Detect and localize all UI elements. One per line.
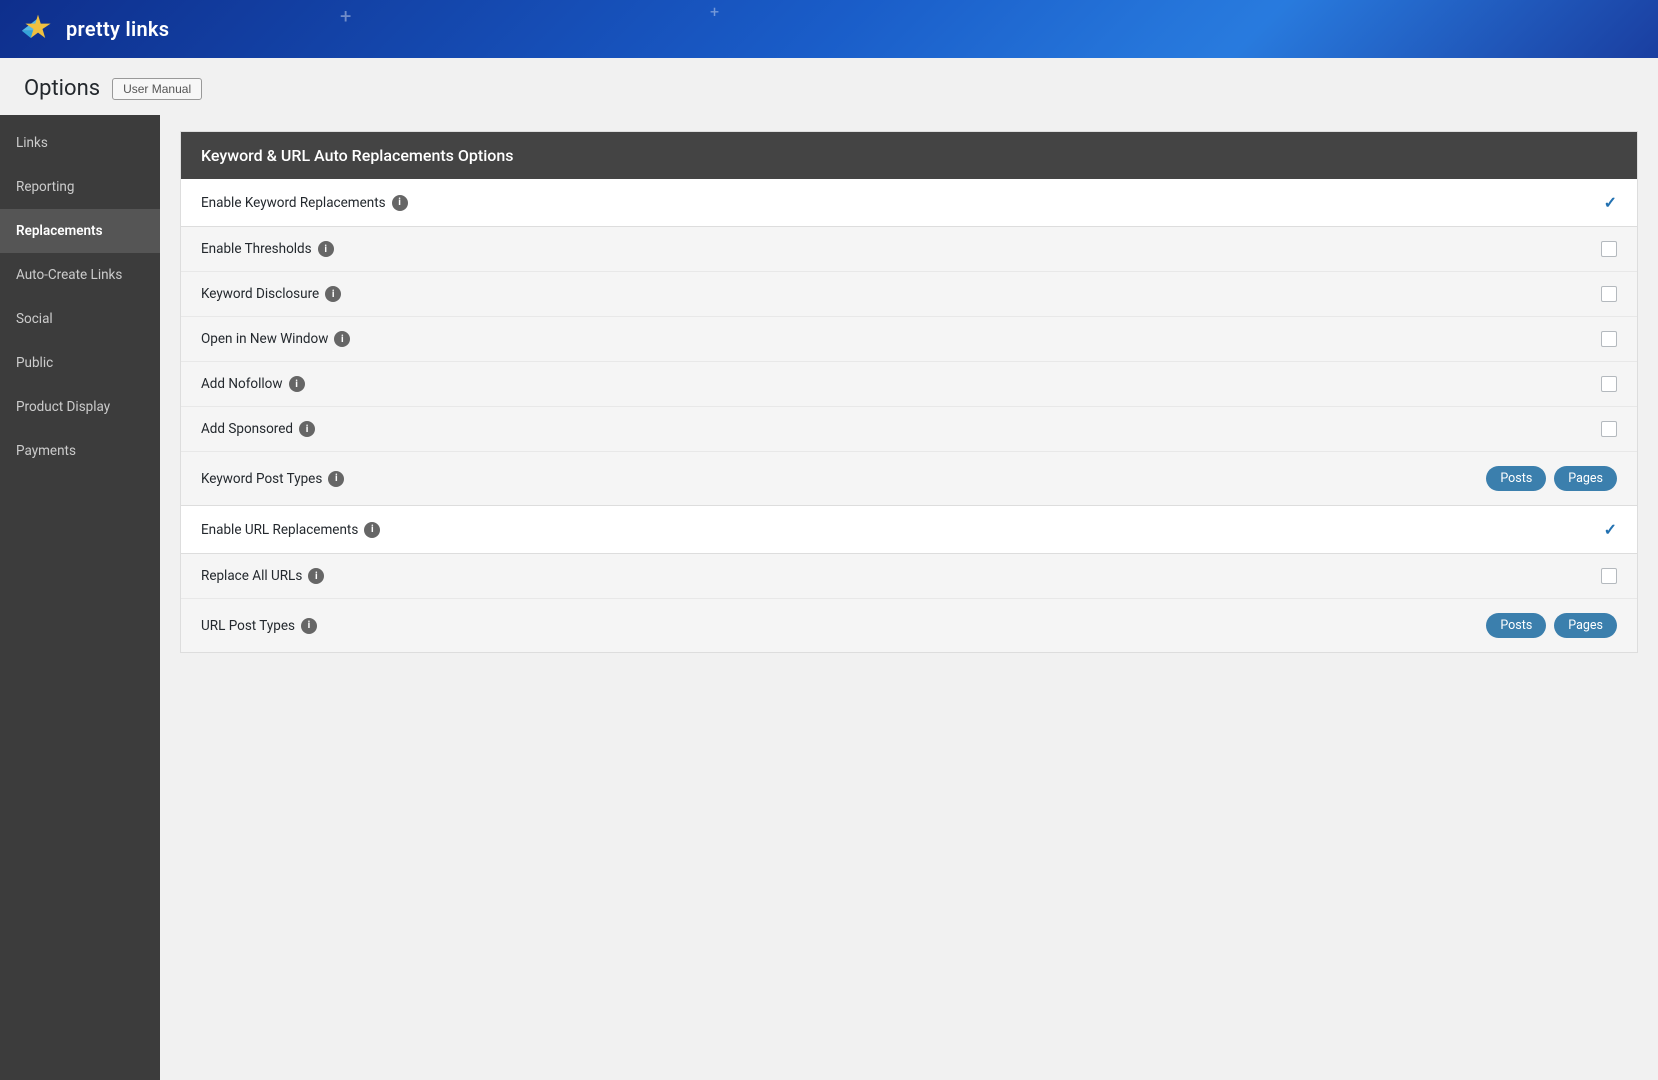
keyword-disclosure-label: Keyword Disclosure i <box>201 286 1601 302</box>
add-sponsored-row: Add Sponsored i <box>181 407 1637 452</box>
url-post-types-row: URL Post Types i Posts Pages <box>181 599 1637 652</box>
url-pages-tag[interactable]: Pages <box>1554 613 1617 638</box>
keyword-pages-tag[interactable]: Pages <box>1554 466 1617 491</box>
keyword-url-section: Keyword & URL Auto Replacements Options … <box>180 131 1638 653</box>
sidebar-item-public[interactable]: Public <box>0 341 160 385</box>
url-post-types-tags: Posts Pages <box>1486 613 1617 638</box>
logo-icon <box>20 11 56 47</box>
section-header: Keyword & URL Auto Replacements Options <box>181 132 1637 179</box>
open-in-new-window-checkbox[interactable] <box>1601 331 1617 347</box>
keyword-disclosure-control <box>1601 286 1617 302</box>
open-in-new-window-row: Open in New Window i <box>181 317 1637 362</box>
page-title: Options <box>24 76 100 101</box>
add-sponsored-info-icon[interactable]: i <box>299 421 315 437</box>
keyword-post-types-info-icon[interactable]: i <box>328 471 344 487</box>
sidebar-item-social[interactable]: Social <box>0 297 160 341</box>
logo-text: pretty links <box>66 17 169 41</box>
add-sponsored-control <box>1601 421 1617 437</box>
keyword-options-container: Enable Thresholds i Keyword Disclosure i <box>181 227 1637 505</box>
url-posts-tag[interactable]: Posts <box>1486 613 1546 638</box>
keyword-post-types-tags: Posts Pages <box>1486 466 1617 491</box>
open-in-new-window-info-icon[interactable]: i <box>334 331 350 347</box>
replace-all-urls-info-icon[interactable]: i <box>308 568 324 584</box>
enable-url-checkmark: ✓ <box>1604 520 1617 539</box>
keyword-post-types-row: Keyword Post Types i Posts Pages <box>181 452 1637 505</box>
replace-all-urls-checkbox[interactable] <box>1601 568 1617 584</box>
add-nofollow-info-icon[interactable]: i <box>289 376 305 392</box>
replace-all-urls-control <box>1601 568 1617 584</box>
add-sponsored-checkbox[interactable] <box>1601 421 1617 437</box>
keyword-disclosure-row: Keyword Disclosure i <box>181 272 1637 317</box>
enable-keyword-checkmark: ✓ <box>1604 193 1617 212</box>
url-post-types-info-icon[interactable]: i <box>301 618 317 634</box>
page-container: Options User Manual Links Reporting Repl… <box>0 58 1658 1080</box>
add-sponsored-label: Add Sponsored i <box>201 421 1601 437</box>
enable-thresholds-row: Enable Thresholds i <box>181 227 1637 272</box>
enable-thresholds-checkbox[interactable] <box>1601 241 1617 257</box>
sidebar-item-auto-create-links[interactable]: Auto-Create Links <box>0 253 160 297</box>
sidebar-item-product-display[interactable]: Product Display <box>0 385 160 429</box>
url-post-types-label: URL Post Types i <box>201 618 1486 634</box>
enable-keyword-row: Enable Keyword Replacements i ✓ <box>181 179 1637 227</box>
main-layout: Links Reporting Replacements Auto-Create… <box>0 115 1658 1080</box>
sidebar-item-links[interactable]: Links <box>0 121 160 165</box>
add-nofollow-checkbox[interactable] <box>1601 376 1617 392</box>
open-in-new-window-control <box>1601 331 1617 347</box>
sidebar-item-replacements[interactable]: Replacements <box>0 209 160 253</box>
keyword-posts-tag[interactable]: Posts <box>1486 466 1546 491</box>
enable-thresholds-control <box>1601 241 1617 257</box>
enable-keyword-info-icon[interactable]: i <box>392 195 408 211</box>
open-in-new-window-label: Open in New Window i <box>201 331 1601 347</box>
user-manual-button[interactable]: User Manual <box>112 78 202 100</box>
replace-all-urls-row: Replace All URLs i <box>181 554 1637 599</box>
header-bar: + + pretty links <box>0 0 1658 58</box>
keyword-post-types-label: Keyword Post Types i <box>201 471 1486 487</box>
url-options-container: Replace All URLs i URL Post Types i <box>181 554 1637 652</box>
keyword-disclosure-checkbox[interactable] <box>1601 286 1617 302</box>
enable-url-label: Enable URL Replacements i <box>201 522 1604 538</box>
logo-container: pretty links <box>20 11 169 47</box>
enable-thresholds-label: Enable Thresholds i <box>201 241 1601 257</box>
page-title-area: Options User Manual <box>0 58 1658 115</box>
enable-keyword-label: Enable Keyword Replacements i <box>201 195 1604 211</box>
sidebar-item-reporting[interactable]: Reporting <box>0 165 160 209</box>
enable-url-info-icon[interactable]: i <box>364 522 380 538</box>
sidebar-item-payments[interactable]: Payments <box>0 429 160 473</box>
enable-url-row: Enable URL Replacements i ✓ <box>181 505 1637 554</box>
add-nofollow-label: Add Nofollow i <box>201 376 1601 392</box>
add-nofollow-row: Add Nofollow i <box>181 362 1637 407</box>
enable-thresholds-info-icon[interactable]: i <box>318 241 334 257</box>
content-area: Keyword & URL Auto Replacements Options … <box>160 115 1658 1080</box>
keyword-disclosure-info-icon[interactable]: i <box>325 286 341 302</box>
sidebar: Links Reporting Replacements Auto-Create… <box>0 115 160 1080</box>
replace-all-urls-label: Replace All URLs i <box>201 568 1601 584</box>
add-nofollow-control <box>1601 376 1617 392</box>
